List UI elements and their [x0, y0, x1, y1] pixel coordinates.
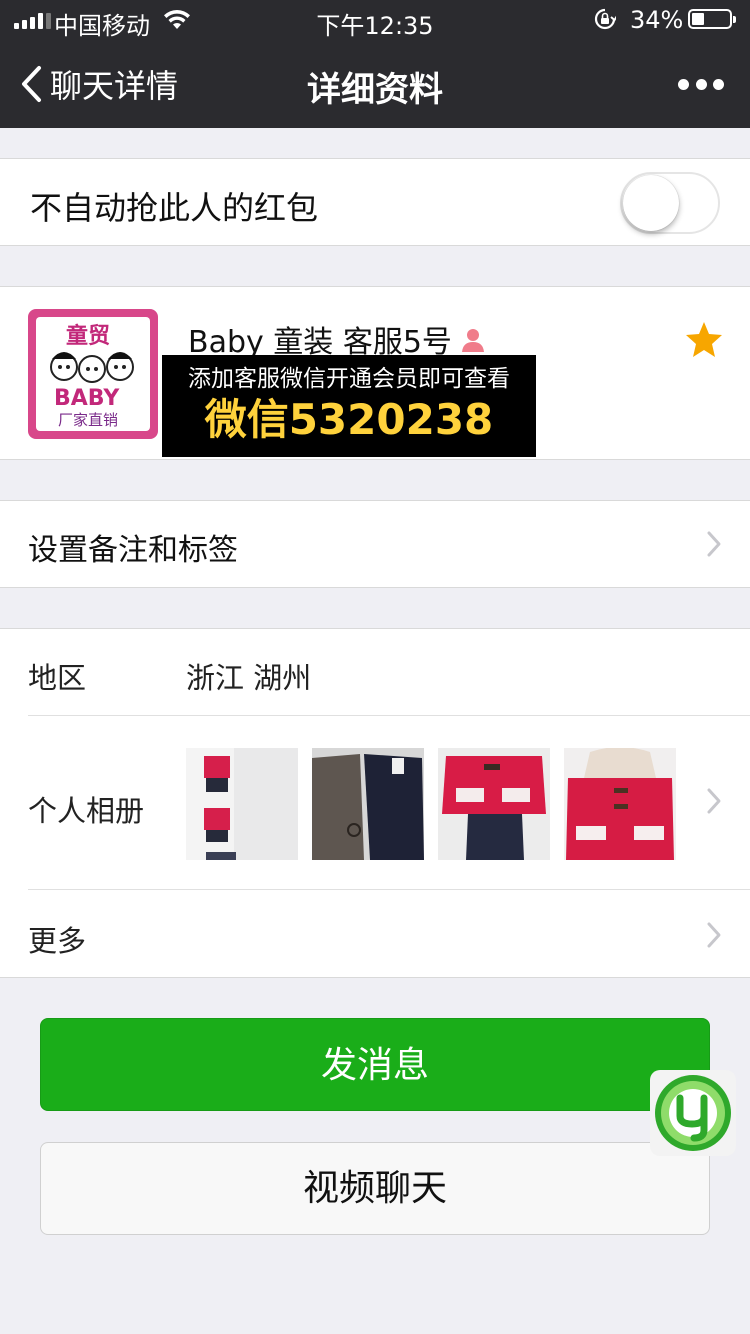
nav-bar: 聊天详情 详细资料 [0, 40, 750, 128]
region-value: 浙江 湖州 [186, 661, 312, 695]
red-packet-setting-cell: 不自动抢此人的红包 [0, 158, 750, 246]
more-row[interactable]: 更多 [0, 890, 750, 976]
more-label: 更多 [28, 924, 87, 958]
album-thumb-3[interactable] [438, 748, 550, 860]
floating-assistant-button[interactable] [650, 1070, 736, 1156]
chevron-right-icon [707, 531, 721, 557]
send-message-button[interactable]: 发消息 [40, 1018, 710, 1111]
remark-tags-label: 设置备注和标签 [28, 533, 238, 568]
promo-banner: 添加客服微信开通会员即可查看 微信5320238 [162, 355, 536, 457]
chevron-right-icon [707, 922, 721, 948]
album-thumb-1[interactable] [186, 748, 298, 860]
more-dot-icon [678, 78, 689, 90]
album-row[interactable]: 个人相册 [0, 716, 750, 889]
remark-tags-cell[interactable]: 设置备注和标签 [0, 500, 750, 588]
profile-card: 童贸 BABY 厂家直销 Baby 童装 客服5号 添加客服微信开通会员即可查看 [0, 286, 750, 460]
album-thumb-2[interactable] [312, 748, 424, 860]
avatar-logo: 童贸 BABY 厂家直销 [50, 323, 134, 429]
toggle-knob [623, 175, 679, 231]
more-dot-icon [713, 78, 724, 90]
red-packet-setting-label: 不自动抢此人的红包 [30, 189, 319, 227]
svg-text:BABY: BABY [54, 386, 120, 411]
red-packet-toggle[interactable] [620, 172, 720, 234]
svg-text:厂家直销: 厂家直销 [58, 411, 118, 429]
album-label: 个人相册 [28, 794, 145, 828]
svg-text:童贸: 童贸 [66, 323, 110, 349]
top-bar: 中国移动 下午12:35 34% 聊天详情 详细资料 [0, 0, 750, 128]
back-label: 聊天详情 [50, 67, 179, 105]
assistant-logo-icon [655, 1075, 731, 1151]
album-thumb-4[interactable] [564, 748, 676, 860]
rotation-lock-icon [594, 8, 616, 30]
video-chat-button[interactable]: 视频聊天 [40, 1142, 710, 1235]
more-dot-icon [695, 78, 707, 90]
promo-line-2: 微信5320238 [204, 395, 494, 444]
status-bar: 中国移动 下午12:35 34% [0, 0, 750, 40]
battery-percent: 34% [630, 6, 684, 34]
info-group: 地区 浙江 湖州 个人相册 更多 [0, 628, 750, 978]
chevron-left-icon [22, 66, 41, 102]
more-options-button[interactable] [678, 76, 724, 92]
star-icon[interactable] [684, 319, 724, 359]
back-button[interactable]: 聊天详情 [20, 62, 178, 106]
region-label: 地区 [28, 661, 87, 695]
female-gender-icon [461, 329, 484, 352]
chevron-right-icon [707, 788, 721, 814]
avatar[interactable]: 童贸 BABY 厂家直销 [28, 309, 158, 439]
region-row: 地区 浙江 湖州 [0, 629, 750, 715]
battery-icon [688, 9, 736, 29]
promo-line-1: 添加客服微信开通会员即可查看 [188, 366, 510, 392]
